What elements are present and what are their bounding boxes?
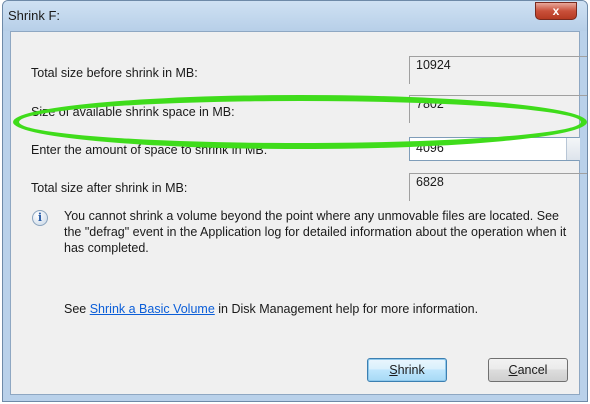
title-bar[interactable]: Shrink F: x [3, 1, 587, 31]
cancel-button[interactable]: Cancel [488, 358, 568, 382]
help-prefix: See [64, 302, 90, 316]
info-message: You cannot shrink a volume beyond the po… [64, 209, 567, 255]
shrink-amount-spinner[interactable] [566, 138, 580, 160]
shrink-mnemonic: S [389, 363, 398, 377]
shrink-basic-volume-link[interactable]: Shrink a Basic Volume [90, 302, 215, 316]
close-button[interactable]: x [535, 2, 577, 20]
window-title: Shrink F: [8, 8, 61, 23]
shrink-dialog: Shrink F: x Total size before shrink in … [2, 0, 588, 402]
total-after-value: 6828 [409, 173, 587, 201]
info-icon: i [32, 210, 48, 226]
cancel-mnemonic: C [508, 363, 518, 377]
total-after-label: Total size after shrink in MB: [31, 181, 188, 195]
cancel-button-label: ancel [517, 363, 548, 377]
total-before-label: Total size before shrink in MB: [31, 66, 198, 80]
shrink-button-label: hrink [397, 363, 425, 377]
help-suffix: in Disk Management help for more informa… [214, 302, 479, 316]
total-before-value: 10924 [409, 56, 587, 84]
shrink-button[interactable]: Shrink [367, 358, 447, 382]
highlight-ellipse [13, 95, 587, 149]
help-line: See Shrink a Basic Volume in Disk Manage… [64, 302, 478, 316]
dialog-content: Total size before shrink in MB: 10924 Si… [10, 31, 587, 395]
